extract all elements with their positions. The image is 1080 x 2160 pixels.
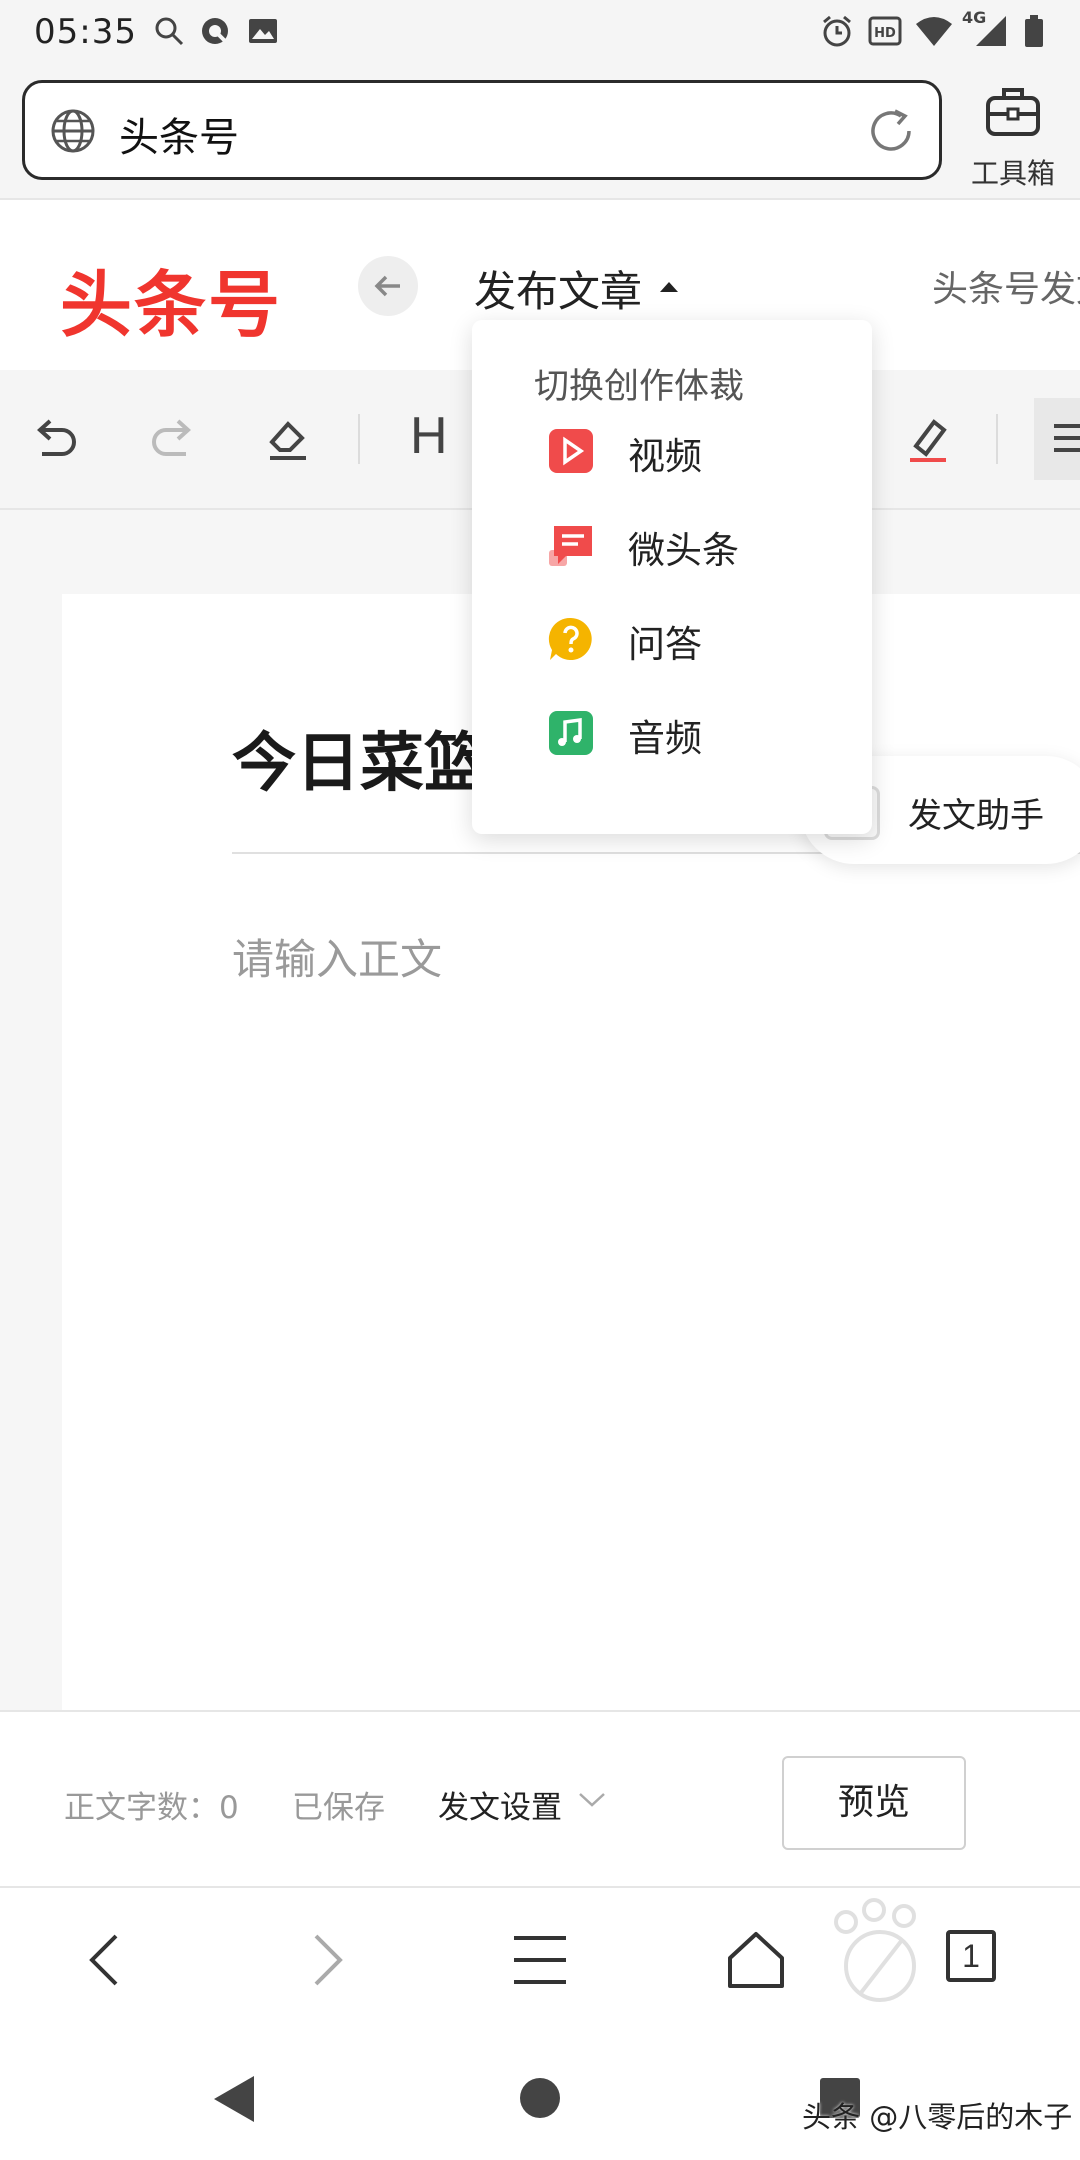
menu-title: 切换创作体裁 bbox=[534, 367, 745, 407]
back-icon[interactable] bbox=[76, 1928, 140, 1992]
globe-icon bbox=[51, 109, 95, 153]
image-icon bbox=[249, 19, 277, 43]
body-input[interactable]: 请输入正文 bbox=[232, 926, 442, 987]
article-title[interactable]: 今日菜篮 bbox=[232, 712, 488, 804]
watermark-text: 头条 @八零后的木子 bbox=[802, 2100, 1073, 2134]
helper-label: 发文助手 bbox=[908, 796, 1044, 836]
battery-icon bbox=[1025, 15, 1043, 47]
paw-watermark-icon bbox=[834, 1898, 916, 2002]
tabs-icon[interactable]: 1 bbox=[946, 1930, 996, 1982]
editor-footer: 正文字数：0 已保存 发文设置 预览 bbox=[0, 1710, 1080, 1888]
browser-bottom-nav: 1 bbox=[0, 1888, 1080, 2028]
genre-switch-menu: 切换创作体裁 视频 微头条 问答 音频 bbox=[472, 320, 872, 834]
hd-icon: HD bbox=[868, 16, 902, 46]
highlight-icon[interactable] bbox=[900, 410, 956, 466]
svg-text:HD: HD bbox=[874, 26, 896, 41]
menu-item-audio[interactable]: 音频 bbox=[472, 696, 872, 776]
status-bar: 05:35 HD 4G bbox=[0, 0, 1080, 66]
chevron-down-icon bbox=[579, 1793, 605, 1807]
browser-bar: 头条号 工具箱 bbox=[0, 66, 1080, 200]
publish-settings-button[interactable]: 发文设置 bbox=[438, 1782, 562, 1827]
video-icon bbox=[549, 429, 593, 473]
toolbox-icon bbox=[986, 88, 1040, 136]
wifi-icon bbox=[916, 17, 952, 46]
nav-home-icon[interactable] bbox=[518, 2076, 562, 2120]
preview-button[interactable]: 预览 bbox=[782, 1756, 966, 1850]
menu-item-label: 音频 bbox=[628, 717, 702, 760]
redo-icon[interactable] bbox=[144, 410, 200, 466]
forward-icon[interactable] bbox=[292, 1928, 356, 1992]
nav-back-icon[interactable] bbox=[212, 2074, 256, 2124]
undo-icon[interactable] bbox=[28, 410, 84, 466]
address-bar[interactable]: 头条号 bbox=[22, 80, 942, 180]
arrow-left-icon bbox=[374, 275, 400, 297]
word-count: 正文字数：0 bbox=[64, 1790, 239, 1826]
toolbar-divider bbox=[996, 414, 998, 464]
heading-icon[interactable]: H bbox=[410, 406, 448, 466]
menu-item-label: 视频 bbox=[628, 435, 702, 478]
menu-item-video[interactable]: 视频 bbox=[472, 414, 872, 494]
align-icon bbox=[1054, 424, 1080, 452]
micro-headline-icon bbox=[549, 526, 592, 566]
menu-item-label: 问答 bbox=[628, 623, 702, 666]
address-text: 头条号 bbox=[119, 115, 239, 161]
menu-icon[interactable] bbox=[508, 1928, 572, 1992]
eraser-icon[interactable] bbox=[260, 410, 316, 466]
menu-item-qa[interactable]: 问答 bbox=[472, 602, 872, 682]
browser-q-icon bbox=[202, 18, 228, 44]
reload-icon[interactable] bbox=[865, 105, 917, 157]
menu-item-label: 微头条 bbox=[628, 529, 739, 572]
header-right-text[interactable]: 头条号发文 bbox=[932, 260, 1080, 312]
signal-icon bbox=[976, 16, 1006, 46]
toolbox-label: 工具箱 bbox=[970, 157, 1055, 190]
alarm-icon bbox=[823, 15, 851, 47]
status-time: 05:35 bbox=[34, 12, 137, 52]
caret-up-icon bbox=[660, 282, 678, 292]
toolbar-divider bbox=[358, 414, 360, 464]
toolbox-button[interactable]: 工具箱 bbox=[958, 78, 1068, 190]
align-button[interactable] bbox=[1034, 398, 1080, 480]
back-button[interactable] bbox=[358, 256, 418, 316]
saved-status: 已保存 bbox=[292, 1790, 385, 1826]
home-icon[interactable] bbox=[724, 1928, 788, 1992]
publish-article-dropdown[interactable]: 发布文章 bbox=[474, 258, 642, 319]
search-icon bbox=[155, 17, 184, 46]
menu-item-micro-headline[interactable]: 微头条 bbox=[472, 508, 872, 588]
question-icon bbox=[548, 617, 592, 660]
audio-icon bbox=[549, 711, 593, 755]
toutiao-logo[interactable]: 头条号 bbox=[60, 246, 282, 351]
